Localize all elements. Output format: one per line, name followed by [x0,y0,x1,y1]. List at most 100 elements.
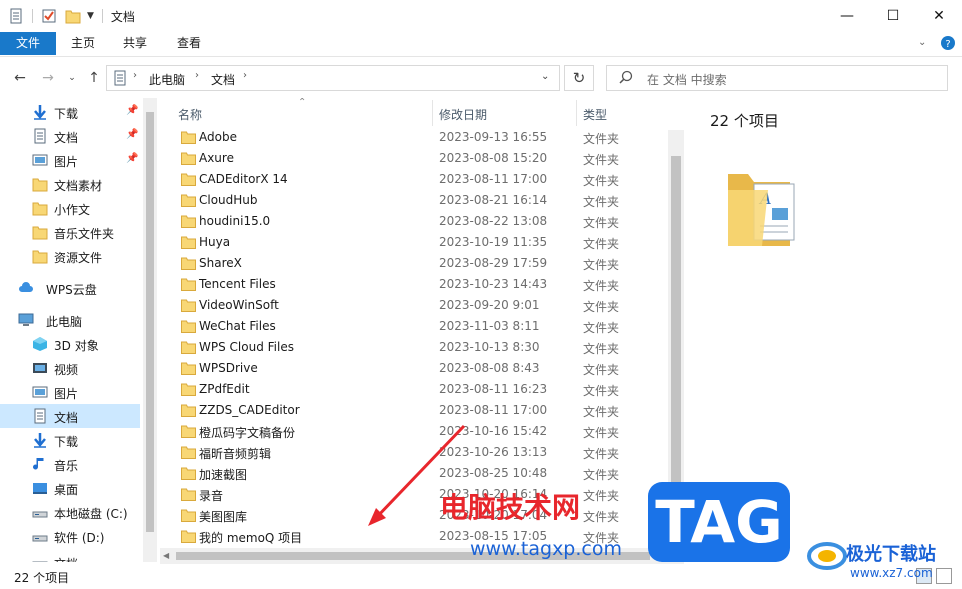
sidebar-item[interactable]: 桌面 [0,476,140,500]
file-date: 2023-08-11 16:23 [439,382,548,396]
watermark-site2-url: www.xz7.com [850,566,933,580]
scroll-left-arrow-icon[interactable]: ◀ [163,551,169,560]
sidebar-item[interactable]: 文档 [0,550,140,562]
desktop-icon [32,480,48,496]
up-arrow-icon[interactable]: ↑ [84,68,104,88]
help-icon[interactable]: ? [940,35,956,51]
sidebar-item[interactable]: 小作文 [0,196,140,220]
sidebar-item[interactable]: 音乐文件夹 [0,220,140,244]
file-row[interactable]: VideoWinSoft 2023-09-20 9:01 文件夹 [160,295,668,316]
minimize-button[interactable]: — [824,0,870,32]
tab-share[interactable]: 共享 [112,32,158,55]
folder-icon [181,341,196,354]
customize-toolbar-chevron-icon[interactable]: ▼ [87,11,94,21]
folder-icon [181,131,196,144]
file-type: 文件夹 [583,195,620,209]
expand-ribbon-chevron-icon[interactable]: ⌄ [918,37,926,48]
file-row[interactable]: Huya 2023-10-19 11:35 文件夹 [160,232,668,253]
file-row[interactable]: Axure 2023-08-08 15:20 文件夹 [160,148,668,169]
file-row[interactable]: ShareX 2023-08-29 17:59 文件夹 [160,253,668,274]
column-divider[interactable] [432,100,433,126]
documents-folder-large-icon: A [724,164,798,250]
file-row[interactable]: houdini15.0 2023-08-22 13:08 文件夹 [160,211,668,232]
sidebar-item[interactable]: 下载 📌 [0,100,140,124]
breadcrumb-this-pc[interactable]: 此电脑 [149,71,185,88]
file-name: WPSDrive [199,361,258,375]
folder-icon [181,299,196,312]
search-input[interactable]: 在 文档 中搜索 [606,65,948,91]
back-arrow-icon[interactable]: ← [10,68,30,88]
folder-icon [181,425,196,438]
close-button[interactable]: ✕ [916,0,962,32]
folder-icon [181,215,196,228]
breadcrumb-documents[interactable]: 文档 [211,71,235,88]
sidebar-item[interactable]: 本地磁盘 (C:) [0,500,140,524]
file-row[interactable]: ZZDS_CADEditor 2023-08-11 17:00 文件夹 [160,400,668,421]
search-icon [619,70,633,84]
large-icons-view-icon[interactable] [936,568,952,584]
file-type: 文件夹 [583,342,620,356]
file-name: Adobe [199,130,237,144]
picture-icon [32,152,48,168]
sidebar-item[interactable]: 文档素材 [0,172,140,196]
column-header-date[interactable]: 修改日期 [439,106,487,124]
file-row[interactable]: CloudHub 2023-08-21 16:14 文件夹 [160,190,668,211]
refresh-button[interactable]: ↻ [564,65,594,91]
sidebar-item[interactable]: 资源文件 [0,244,140,268]
file-row[interactable]: WPSDrive 2023-08-08 8:43 文件夹 [160,358,668,379]
folder-icon [181,278,196,291]
sidebar-item[interactable]: 此电脑 [0,308,140,332]
folder-icon [181,236,196,249]
column-header-type[interactable]: 类型 [583,106,607,124]
document-properties-icon[interactable] [8,8,24,24]
file-date: 2023-08-22 13:08 [439,214,548,228]
sidebar-item[interactable]: 3D 对象 [0,332,140,356]
navigation-pane: 下载 📌 文档 📌 图片 📌 文档素材 小作文 音乐文件夹 资源文件 WPS云盘 此电脑 3D 对象 视频… [0,98,142,562]
folder-icon [32,248,48,264]
file-row[interactable]: WeChat Files 2023-11-03 8:11 文件夹 [160,316,668,337]
aurora-logo-icon [806,534,848,576]
file-row[interactable]: ZPdfEdit 2023-08-11 16:23 文件夹 [160,379,668,400]
sidebar-item[interactable]: 文档 📌 [0,124,140,148]
maximize-button[interactable]: ☐ [870,0,916,32]
sidebar-item[interactable]: 软件 (D:) [0,524,140,548]
file-row[interactable]: CADEditorX 14 2023-08-11 17:00 文件夹 [160,169,668,190]
sidebar-item[interactable]: 图片 📌 [0,148,140,172]
sidebar-item[interactable]: 下载 [0,428,140,452]
new-folder-icon[interactable] [65,8,81,24]
address-dropdown-chevron-icon[interactable]: ⌄ [541,71,549,82]
file-type: 文件夹 [583,321,620,335]
column-header-name[interactable]: 名称 [178,106,202,124]
address-bar[interactable]: › 此电脑 › 文档 › ⌄ [106,65,560,91]
window-title: 文档 [110,9,135,24]
tab-file[interactable]: 文件 [0,32,56,55]
file-row[interactable]: WPS Cloud Files 2023-10-13 8:30 文件夹 [160,337,668,358]
sidebar-item[interactable]: WPS云盘 [0,276,140,300]
file-date: 2023-08-29 17:59 [439,256,548,270]
sidebar-item[interactable]: 视频 [0,356,140,380]
music-note-icon [32,456,48,472]
sidebar-item[interactable]: 音乐 [0,452,140,476]
sidebar-item[interactable]: 图片 [0,380,140,404]
file-type: 文件夹 [583,426,620,440]
pin-icon[interactable]: 📌 [126,129,138,140]
title-bar: ▼ 文档 — ☐ ✕ [0,0,962,32]
column-divider[interactable] [576,100,577,126]
file-name: 福昕音频剪辑 [199,447,272,461]
file-row[interactable]: Tencent Files 2023-10-23 14:43 文件夹 [160,274,668,295]
forward-arrow-icon[interactable]: → [38,68,58,88]
search-placeholder: 在 文档 中搜索 [647,73,727,87]
pin-icon[interactable]: 📌 [126,153,138,164]
sidebar-item-label: 3D 对象 [54,339,99,353]
tab-home[interactable]: 主页 [60,32,106,55]
pin-icon[interactable]: 📌 [126,105,138,116]
checkmark-properties-icon[interactable] [41,8,57,24]
recent-locations-chevron-icon[interactable]: ⌄ [62,68,82,88]
sidebar-scrollbar[interactable] [143,98,157,562]
sidebar-item[interactable]: 文档 [0,404,140,428]
tab-view[interactable]: 查看 [166,32,212,55]
file-row[interactable]: Adobe 2023-09-13 16:55 文件夹 [160,127,668,148]
sidebar-scroll-thumb[interactable] [146,112,154,532]
folder-icon [32,224,48,240]
file-type: 文件夹 [583,510,620,524]
